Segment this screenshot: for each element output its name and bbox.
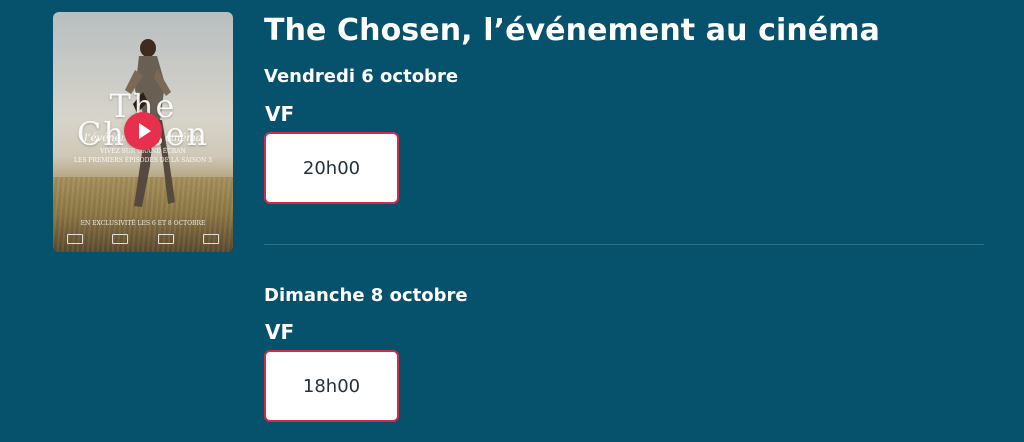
logo-center-icon: [112, 234, 129, 244]
session-divider: [264, 244, 984, 245]
logo-left-icon: [67, 234, 83, 244]
play-trailer-button[interactable]: [124, 112, 162, 150]
poster-release: EN EXCLUSIVITÉ LES 6 ET 8 OCTOBRE: [80, 220, 206, 227]
showtime-label: 18h00: [302, 375, 361, 397]
logo-middle-icon: [157, 234, 174, 244]
poster-line-2: LES PREMIERS ÉPISODES DE LA SAISON 3: [74, 157, 212, 164]
session-day-sunday: Dimanche 8 octobre: [264, 285, 468, 306]
session-version-friday: VF: [265, 102, 295, 126]
movie-poster[interactable]: The Chosen l’événement au cinéma VIVEZ S…: [53, 12, 233, 252]
logo-right-icon: [202, 234, 219, 244]
play-icon: [139, 123, 151, 139]
session-day-friday: Vendredi 6 octobre: [264, 66, 459, 87]
session-version-sunday: VF: [265, 320, 295, 344]
poster-logos: [67, 234, 219, 244]
showtime-label: 20h00: [302, 157, 361, 179]
showtime-button-18h00[interactable]: 18h00: [264, 350, 399, 422]
movie-title: The Chosen, l’événement au cinéma: [264, 13, 880, 48]
showtime-button-20h00[interactable]: 20h00: [264, 132, 399, 204]
